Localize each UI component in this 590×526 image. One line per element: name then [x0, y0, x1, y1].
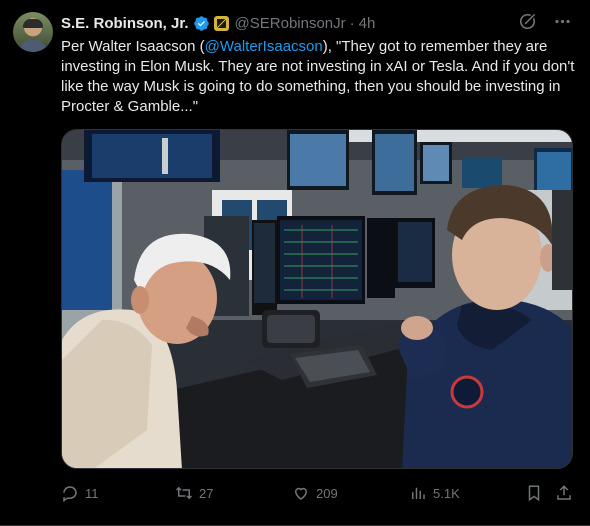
views-button[interactable]: 5.1K [409, 483, 460, 503]
tweet-text-before: Per Walter Isaacson ( [61, 38, 205, 55]
author-handle[interactable]: @SERobinsonJr [235, 15, 346, 32]
tweet-timestamp[interactable]: 4h [359, 15, 376, 32]
header-separator: · [349, 14, 355, 32]
tweet-actions: 11 27 209 5.1K [61, 483, 581, 503]
grok-icon[interactable] [518, 12, 537, 31]
views-icon [412, 487, 425, 499]
views-count: 5.1K [433, 485, 460, 501]
more-icon[interactable] [553, 12, 572, 31]
heart-icon [294, 487, 308, 500]
mention-link[interactable]: @WalterIsaacson [205, 38, 323, 55]
share-icon [557, 485, 571, 500]
like-count: 209 [316, 485, 338, 501]
repost-count: 27 [199, 485, 214, 501]
photo-scene [62, 130, 572, 468]
bookmark-button[interactable] [525, 483, 543, 503]
bookmark-icon [528, 485, 540, 502]
share-button[interactable] [555, 483, 573, 503]
verified-badge-icon [193, 15, 209, 31]
reply-button[interactable]: 11 [61, 483, 99, 503]
repost-button[interactable]: 27 [175, 483, 213, 503]
author-name[interactable]: S.E. Robinson, Jr. [61, 15, 189, 32]
tweet-text: Per Walter Isaacson (@WalterIsaacson), "… [61, 37, 576, 117]
tweet-top-icons [518, 12, 572, 31]
repost-icon [175, 486, 193, 500]
tweet-photo[interactable] [61, 129, 573, 469]
avatar-cap [23, 19, 43, 28]
tweet-card[interactable]: S.E. Robinson, Jr. @SERobinsonJr · 4h Pe… [0, 0, 590, 526]
affiliation-badge-icon[interactable] [213, 15, 229, 31]
reply-icon [63, 486, 77, 502]
reply-count: 11 [85, 485, 99, 501]
avatar[interactable] [13, 12, 53, 52]
tweet-header: S.E. Robinson, Jr. @SERobinsonJr · 4h [61, 13, 375, 33]
like-button[interactable]: 209 [292, 483, 338, 503]
avatar-shirt [19, 40, 47, 52]
